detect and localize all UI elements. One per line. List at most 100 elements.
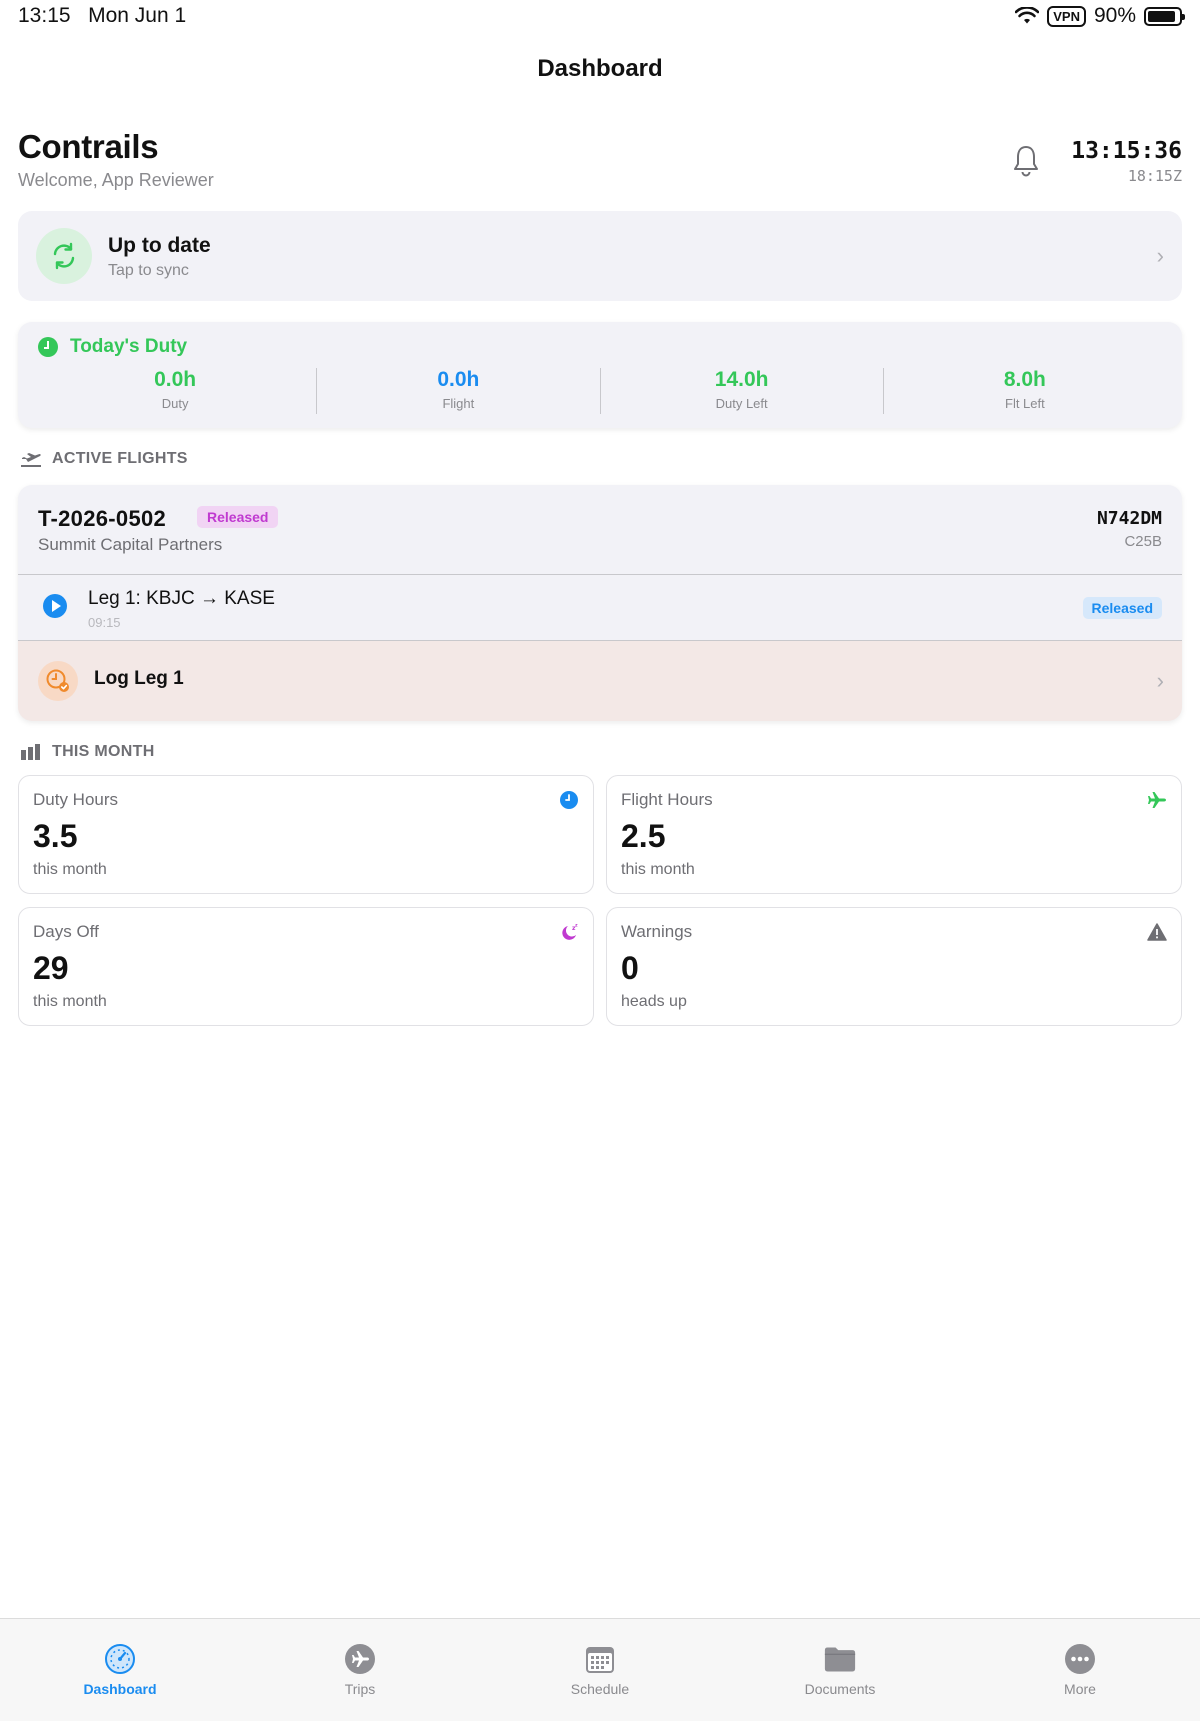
- status-bar: 13:15 Mon Jun 1 VPN 90%: [0, 0, 1200, 34]
- trip-row[interactable]: T-2026-0502 Released Summit Capital Part…: [18, 485, 1182, 575]
- duty-stat-value: 8.0h: [1003, 368, 1046, 391]
- log-clock-icon-badge: [38, 661, 78, 701]
- duty-stat-duty-left: 14.0h Duty Left: [601, 368, 884, 414]
- sync-icon-badge: [36, 228, 92, 284]
- stat-value: 0: [621, 950, 639, 986]
- page-title: Dashboard: [537, 55, 663, 82]
- more-icon: [1064, 1643, 1096, 1675]
- tab-label: Schedule: [570, 1681, 630, 1697]
- aircraft-type: C25B: [1124, 533, 1162, 550]
- sync-card[interactable]: Up to date Tap to sync ›: [18, 211, 1182, 301]
- section-label-text: THIS MONTH: [52, 743, 155, 760]
- clock: 13:15:36 18:15Z: [1071, 138, 1182, 185]
- play-icon: [43, 594, 67, 618]
- trip-status-badge: Released: [197, 506, 279, 528]
- welcome-text: Welcome, App Reviewer: [18, 170, 214, 190]
- active-flights-header: ACTIVE FLIGHTS: [20, 450, 188, 468]
- duty-stat-flight: 0.0h Flight: [317, 368, 601, 414]
- duty-stat-flt-left: 8.0h Flt Left: [884, 368, 1166, 414]
- bar-chart-icon: [21, 744, 40, 760]
- airplane-circle-icon: [344, 1643, 376, 1675]
- leg-title: Leg 1: KBJC → KASE: [88, 588, 275, 609]
- folder-icon: [824, 1643, 856, 1675]
- chevron-right-icon: ›: [1156, 243, 1164, 268]
- duty-stat-value: 0.0h: [154, 368, 197, 391]
- sync-subtitle: Tap to sync: [108, 262, 189, 279]
- stat-label: Warnings: [621, 922, 693, 941]
- trip-client: Summit Capital Partners: [38, 535, 223, 554]
- tail-number: N742DM: [1096, 508, 1162, 529]
- stat-card-duty-hours[interactable]: Duty Hours 3.5 this month: [18, 775, 594, 894]
- leg-status-badge: Released: [1082, 597, 1162, 619]
- leg-row[interactable]: Leg 1: KBJC → KASE 09:15 Released: [18, 575, 1182, 641]
- chevron-right-icon: ›: [1156, 668, 1164, 693]
- calendar-icon: [584, 1643, 616, 1675]
- tab-schedule[interactable]: Schedule: [480, 1619, 720, 1721]
- tab-label: Trips: [344, 1681, 376, 1697]
- stat-card-warnings[interactable]: Warnings 0 heads up: [606, 907, 1182, 1026]
- stat-sub: this month: [33, 861, 107, 878]
- section-label-text: ACTIVE FLIGHTS: [52, 450, 188, 467]
- stat-label: Flight Hours: [621, 790, 713, 809]
- warning-triangle-icon: [1147, 923, 1167, 941]
- sync-icon: [53, 242, 75, 270]
- stat-label: Days Off: [33, 922, 99, 941]
- duty-stats: 0.0h Duty 0.0h Flight 14.0h Duty Left 8.…: [34, 368, 1166, 414]
- status-date: Mon Jun 1: [88, 4, 187, 27]
- stat-sub: this month: [621, 861, 695, 878]
- clock-zulu: 18:15Z: [1127, 167, 1182, 185]
- duty-stat-label: Duty Left: [715, 396, 768, 411]
- status-clock: 13:15: [18, 4, 71, 27]
- airplane-icon: [1148, 792, 1166, 808]
- duty-stat-label: Flt Left: [1005, 396, 1045, 411]
- battery-icon: [1144, 6, 1185, 26]
- moon-zzz-icon: z z: [562, 924, 578, 940]
- leg-time: 09:15: [88, 615, 121, 630]
- this-month-header: THIS MONTH: [20, 743, 155, 761]
- wifi-icon: [1015, 7, 1040, 24]
- status-time: 13:15 Mon Jun 1: [18, 4, 186, 28]
- dashboard-icon: [104, 1643, 136, 1675]
- battery-percent: 90%: [1093, 4, 1136, 27]
- tab-label: More: [1064, 1681, 1096, 1697]
- log-leg-button[interactable]: Log Leg 1 ›: [18, 641, 1182, 721]
- stat-label: Duty Hours: [33, 790, 119, 809]
- duty-stat-label: Duty: [161, 396, 189, 411]
- stat-card-days-off[interactable]: Days Off 29 this month z z: [18, 907, 594, 1026]
- svg-text:z: z: [575, 924, 578, 929]
- bell-icon[interactable]: [1010, 144, 1042, 178]
- duty-stat-value: 0.0h: [437, 368, 480, 391]
- log-leg-label: Log Leg 1: [94, 668, 184, 689]
- clock-icon: [560, 791, 578, 809]
- todays-duty-card: Today's Duty 0.0h Duty 0.0h Flight 14.0h…: [18, 322, 1182, 428]
- duty-header: Today's Duty: [38, 336, 187, 358]
- stat-value: 3.5: [33, 818, 78, 854]
- active-flight-card: T-2026-0502 Released Summit Capital Part…: [18, 485, 1182, 721]
- duty-stat-label: Flight: [442, 396, 475, 411]
- trip-id: T-2026-0502: [38, 506, 167, 531]
- clock-check-icon: [46, 669, 69, 692]
- battery-level: [1148, 10, 1175, 22]
- stat-value: 2.5: [621, 818, 666, 854]
- app-name: Contrails: [18, 128, 159, 165]
- stat-card-flight-hours[interactable]: Flight Hours 2.5 this month: [606, 775, 1182, 894]
- vpn-badge: VPN: [1047, 5, 1086, 27]
- stat-value: 29: [33, 950, 69, 986]
- duty-stat-value: 14.0h: [714, 368, 769, 391]
- sync-title: Up to date: [108, 234, 211, 257]
- tab-bar: Dashboard Trips Schedule Documents More: [0, 1618, 1200, 1721]
- clock-icon: [38, 337, 58, 357]
- tab-documents[interactable]: Documents: [720, 1619, 960, 1721]
- tab-dashboard[interactable]: Dashboard: [0, 1619, 240, 1721]
- dashboard-header: Contrails Welcome, App Reviewer 13:15:36…: [18, 128, 1182, 192]
- duty-stat-duty: 0.0h Duty: [34, 368, 318, 414]
- status-indicators: VPN 90%: [1015, 4, 1185, 28]
- stat-sub: heads up: [621, 993, 687, 1010]
- tab-label: Dashboard: [83, 1681, 157, 1697]
- clock-local: 13:15:36: [1071, 138, 1182, 164]
- duty-title: Today's Duty: [70, 336, 188, 357]
- airplane-departure-icon: [21, 453, 41, 467]
- tab-more[interactable]: More: [960, 1619, 1200, 1721]
- tab-trips[interactable]: Trips: [240, 1619, 480, 1721]
- tab-label: Documents: [804, 1681, 876, 1697]
